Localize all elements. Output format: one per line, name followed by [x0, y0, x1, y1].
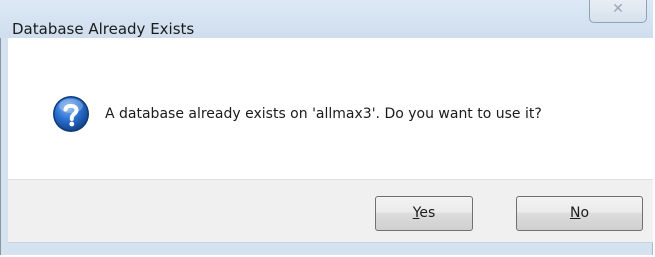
question-icon [53, 96, 89, 132]
yes-button[interactable]: Yes [375, 196, 473, 231]
yes-label-rest: es [419, 205, 436, 221]
bottom-border [8, 242, 653, 243]
no-button[interactable]: No [516, 196, 643, 231]
close-button[interactable]: ✕ [589, 0, 647, 23]
no-label-rest: o [580, 205, 590, 221]
title-bar[interactable]: Database Already Exists [0, 0, 653, 38]
dialog-message: A database already exists on 'allmax3'. … [105, 106, 542, 122]
no-mnemonic: N [569, 205, 581, 221]
close-icon: ✕ [612, 1, 624, 17]
dialog-title: Database Already Exists [12, 20, 195, 38]
